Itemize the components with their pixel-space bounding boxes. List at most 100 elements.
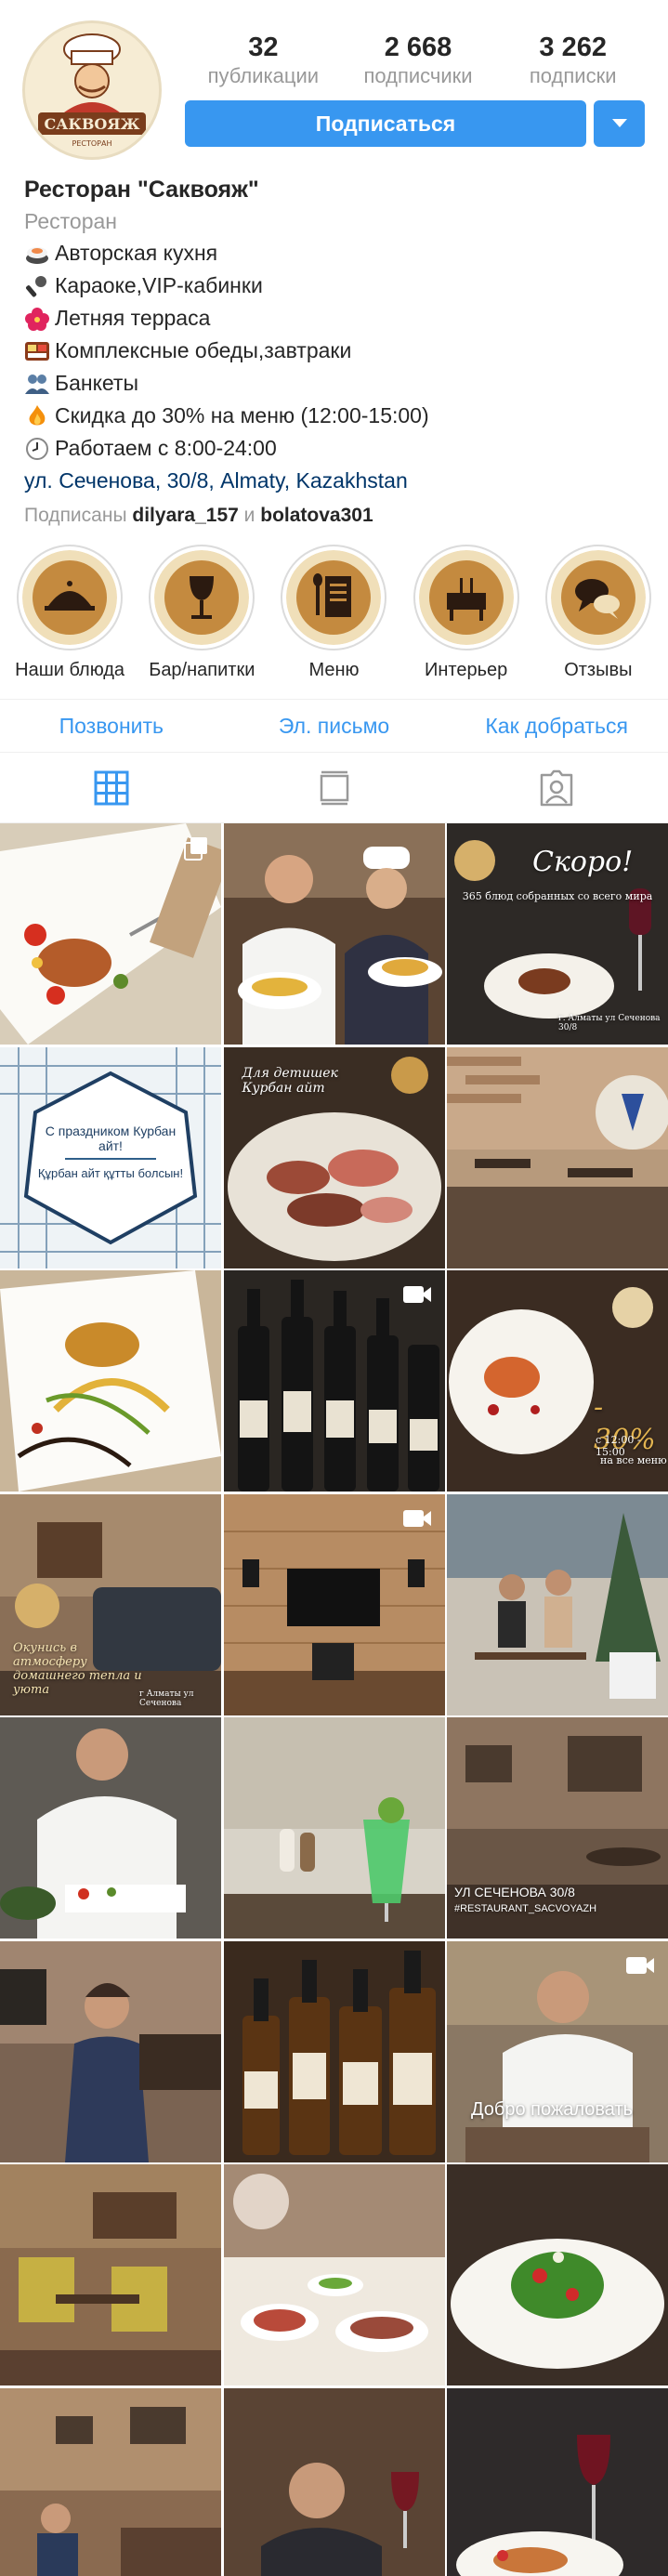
followed-user-1[interactable]: dilyara_157	[132, 505, 238, 526]
post-extra: г Алматы ул Сеченова	[139, 1689, 194, 1708]
post-thumbnail[interactable]	[223, 1270, 445, 1492]
bio-line-text: Банкеты	[55, 371, 139, 395]
speech-bubbles-icon	[550, 550, 646, 645]
profile-category: Ресторан	[24, 209, 117, 233]
chef-logo-icon: САКВОЯЖ РЕСТОРАН	[25, 23, 159, 157]
contact-bar: Позвонить Эл. письмо Как добраться	[0, 699, 668, 753]
chevron-down-icon	[611, 119, 627, 127]
cloche-icon	[22, 550, 118, 645]
post-caption: Окунись в атмосферу домашнего тепла и ую…	[13, 1640, 142, 1697]
post-image	[223, 1717, 445, 1939]
post-thumbnail[interactable]: Для детишек Курбан айт	[223, 1046, 445, 1268]
bio-line-text: Караоке,VIP-кабинки	[55, 273, 263, 297]
highlight-cover	[550, 550, 646, 645]
tab-grid[interactable]	[0, 753, 223, 822]
story-highlights: Наши блюда Бар/напитки Меню Интерьер Отз…	[0, 545, 668, 684]
bio-line-text: Работаем с 8:00-24:00	[55, 436, 277, 460]
post-thumbnail[interactable]	[223, 2387, 445, 2576]
bio-line-text: Скидка до 30% на меню (12:00-15:00)	[55, 403, 429, 427]
post-thumbnail[interactable]: Окунись в атмосферу домашнего тепла и ую…	[0, 1493, 221, 1715]
post-thumbnail[interactable]	[0, 1270, 221, 1492]
bio-line: Авторская кухня	[24, 237, 656, 269]
highlight-cover	[22, 550, 118, 645]
follow-button[interactable]: Подписаться	[185, 100, 586, 147]
stat-posts-value: 32	[248, 33, 279, 62]
post-thumbnail[interactable]	[223, 2164, 445, 2385]
post-image	[0, 2387, 221, 2576]
highlight-ring	[149, 545, 255, 651]
post-thumbnail[interactable]	[0, 1940, 221, 2162]
tab-tagged[interactable]	[445, 753, 668, 822]
highlight-label: Меню	[308, 660, 360, 680]
logo-text: САКВОЯЖ	[45, 115, 140, 133]
highlight-ring	[413, 545, 519, 651]
followed-prefix: Подписаны	[24, 505, 127, 526]
stat-following-value: 3 262	[539, 33, 607, 62]
directions-button[interactable]: Как добраться	[445, 700, 668, 752]
highlight-cover	[286, 550, 382, 645]
post-thumbnail[interactable]	[0, 2387, 221, 2576]
post-thumbnail[interactable]	[447, 2387, 668, 2576]
post-thumbnail[interactable]	[0, 823, 221, 1045]
followed-by[interactable]: Подписаны dilyara_157 и bolatova301	[24, 500, 656, 532]
highlight-dishes[interactable]: Наши блюда	[5, 545, 135, 684]
post-thumbnail[interactable]	[447, 2164, 668, 2385]
highlight-menu[interactable]: Меню	[269, 545, 399, 684]
post-image	[0, 1270, 221, 1492]
profile-stats: 32 публикации 2 668 подписчики 3 262 под…	[186, 32, 650, 87]
bio-line-text: Авторская кухня	[55, 241, 218, 265]
stat-posts-label: публикации	[207, 64, 320, 87]
post-thumbnail[interactable]: - 30% с 12:00 - 15:00 на все меню	[447, 1270, 668, 1492]
post-caption: Для детишек Курбан айт	[242, 1065, 338, 1096]
highlight-label: Наши блюда	[15, 660, 125, 680]
highlight-label: Интерьер	[425, 660, 508, 680]
post-image	[0, 1717, 221, 1939]
profile-bio: Ресторан "Саквояж" Ресторан Авторская ку…	[24, 173, 656, 532]
post-thumbnail[interactable]: Скоро! 365 блюд собранных со всего мира …	[447, 823, 668, 1045]
post-thumbnail[interactable]: Добро пожаловать	[447, 1940, 668, 2162]
post-image	[223, 1940, 445, 2162]
bio-line-text: Летняя терраса	[55, 306, 211, 330]
followed-user-2[interactable]: bolatova301	[260, 505, 373, 526]
post-thumbnail[interactable]	[0, 2164, 221, 2385]
post-image	[447, 1046, 668, 1268]
post-thumbnail[interactable]	[223, 1717, 445, 1939]
highlight-interior[interactable]: Интерьер	[401, 545, 531, 684]
bio-line: Банкеты	[24, 367, 656, 400]
post-image	[223, 2164, 445, 2385]
highlight-cover	[154, 550, 250, 645]
hibiscus-icon	[25, 307, 49, 331]
highlight-label: Отзывы	[564, 660, 633, 680]
post-image	[0, 2164, 221, 2385]
post-thumbnail[interactable]	[223, 1940, 445, 2162]
stat-followers-value: 2 668	[384, 33, 452, 62]
post-thumbnail[interactable]	[447, 1046, 668, 1268]
highlight-bar[interactable]: Бар/напитки	[137, 545, 267, 684]
post-thumbnail[interactable]	[447, 1493, 668, 1715]
stat-followers-label: подписчики	[363, 64, 473, 87]
stat-followers[interactable]: 2 668 подписчики	[341, 32, 496, 87]
post-thumbnail[interactable]	[0, 1717, 221, 1939]
post-thumbnail[interactable]: С праздником Курбан айт! Құрбан айт құтт…	[0, 1046, 221, 1268]
stat-following-label: подписки	[529, 64, 617, 87]
tab-feed[interactable]	[223, 753, 446, 822]
bio-line: Работаем с 8:00-24:00	[24, 432, 656, 465]
stat-following[interactable]: 3 262 подписки	[495, 32, 650, 87]
bio-line: Комплексные обеды,завтраки	[24, 335, 656, 367]
tagged-person-icon	[540, 769, 573, 806]
post-thumbnail[interactable]	[223, 823, 445, 1045]
profile-name: Ресторан "Саквояж"	[24, 177, 259, 203]
highlight-reviews[interactable]: Отзывы	[533, 545, 663, 684]
bio-line: Караоке,VIP-кабинки	[24, 269, 656, 302]
post-thumbnail[interactable]	[223, 1493, 445, 1715]
post-thumbnail[interactable]: УЛ СЕЧЕНОВА 30/8 #RESTAURANT_SACVOYAZH	[447, 1717, 668, 1939]
profile-avatar[interactable]: САКВОЯЖ РЕСТОРАН	[22, 20, 162, 160]
stat-posts[interactable]: 32 публикации	[186, 32, 341, 87]
profile-address-link[interactable]: ул. Сеченова, 30/8, Almaty, Kazakhstan	[24, 465, 656, 497]
wine-glass-icon	[154, 550, 250, 645]
followed-and: и	[243, 505, 255, 526]
bio-line-text: Комплексные обеды,завтраки	[55, 338, 352, 362]
email-button[interactable]: Эл. письмо	[223, 700, 446, 752]
suggested-dropdown-button[interactable]	[594, 100, 645, 147]
call-button[interactable]: Позвонить	[0, 700, 223, 752]
